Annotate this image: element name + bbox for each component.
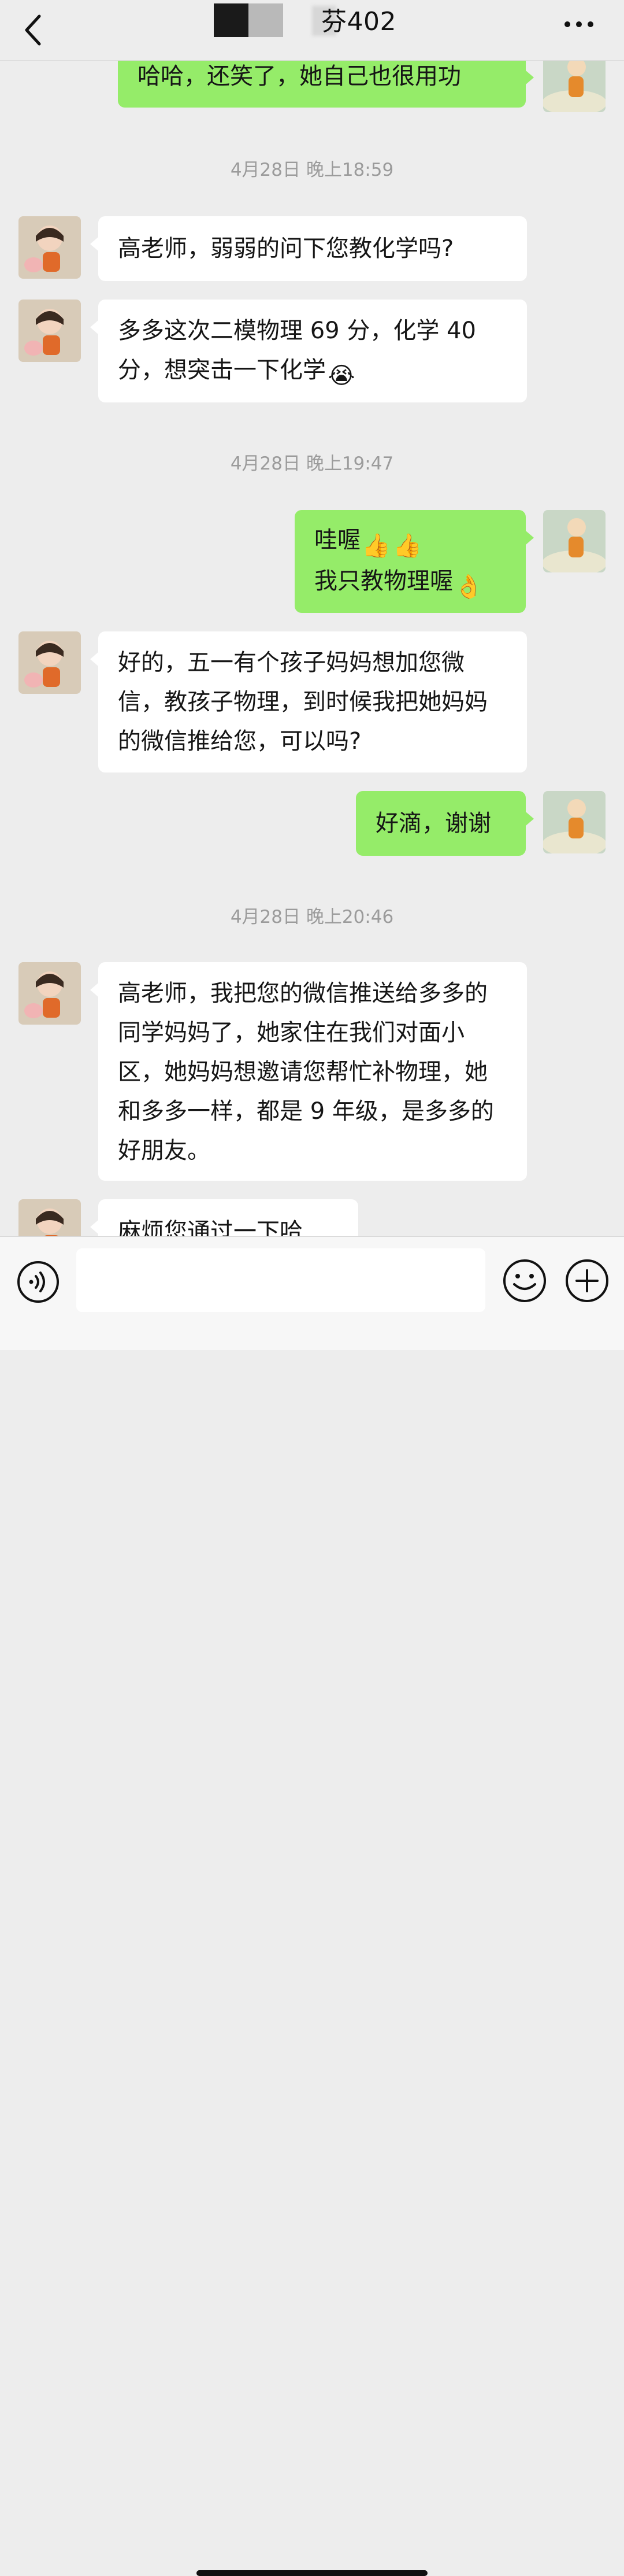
avatar-self[interactable] xyxy=(543,510,606,572)
timestamp: 4月28日 晚上18:59 xyxy=(230,160,394,180)
avatar-contact[interactable] xyxy=(18,300,81,362)
chat-title-text: 芬402 xyxy=(321,7,396,36)
ellipsis-icon[interactable] xyxy=(563,16,595,32)
timestamp: 4月28日 晚上20:46 xyxy=(230,907,394,927)
input-bar xyxy=(0,1236,624,2576)
message-input[interactable] xyxy=(76,1248,485,1312)
message-bubble-contact[interactable]: 高老师，弱弱的问下您教化学吗? xyxy=(90,216,527,281)
ok-hand-icon: 👌 xyxy=(454,574,483,600)
chat-header: 芬402 xyxy=(0,0,624,61)
message-bubble-contact[interactable]: 好的，五一有个孩子妈妈想加您微信，教孩子物理，到时候我把她妈妈的微信推给您，可以… xyxy=(90,631,527,773)
chat-area: 哈哈，还笑了，她自己也很用功 4月28日 晚上18:59 高老师，弱弱的问下您教… xyxy=(0,0,624,1350)
thumbs-up-icon: 👍 xyxy=(393,533,422,559)
message-line: 哇喔👍 👍 xyxy=(314,520,506,561)
redaction-block xyxy=(214,3,248,37)
thumbs-up-icon: 👍 xyxy=(362,533,391,559)
message-bubble-contact[interactable]: 高老师，我把您的微信推送给多多的同学妈妈了，她家住在我们对面小区，她妈妈想邀请您… xyxy=(90,962,527,1181)
avatar-contact[interactable] xyxy=(18,962,81,1025)
voice-icon[interactable] xyxy=(16,1260,60,1304)
smiley-icon[interactable] xyxy=(502,1258,548,1304)
message-bubble-contact[interactable]: 多多这次二模物理 69 分，化学 40 分，想突击一下化学😭 xyxy=(90,300,527,402)
message-bubble-self[interactable]: 好滴，谢谢 xyxy=(356,791,534,856)
avatar-contact[interactable] xyxy=(18,631,81,694)
home-indicator[interactable] xyxy=(196,2570,428,2576)
crying-emoji-icon: 😭 xyxy=(328,363,355,389)
message-bubble-self[interactable]: 哇喔👍 👍 我只教物理喔👌 xyxy=(295,510,534,613)
message-text: 多多这次二模物理 69 分，化学 40 分，想突击一下化学 xyxy=(118,317,476,383)
message-line: 我只教物理喔👌 xyxy=(314,561,506,603)
timestamp: 4月28日 晚上19:47 xyxy=(230,453,394,474)
avatar-contact[interactable] xyxy=(18,216,81,279)
plus-icon[interactable] xyxy=(564,1258,610,1304)
redaction-block xyxy=(248,3,283,37)
avatar-self[interactable] xyxy=(543,791,606,853)
chat-title: 芬402 xyxy=(0,0,624,60)
